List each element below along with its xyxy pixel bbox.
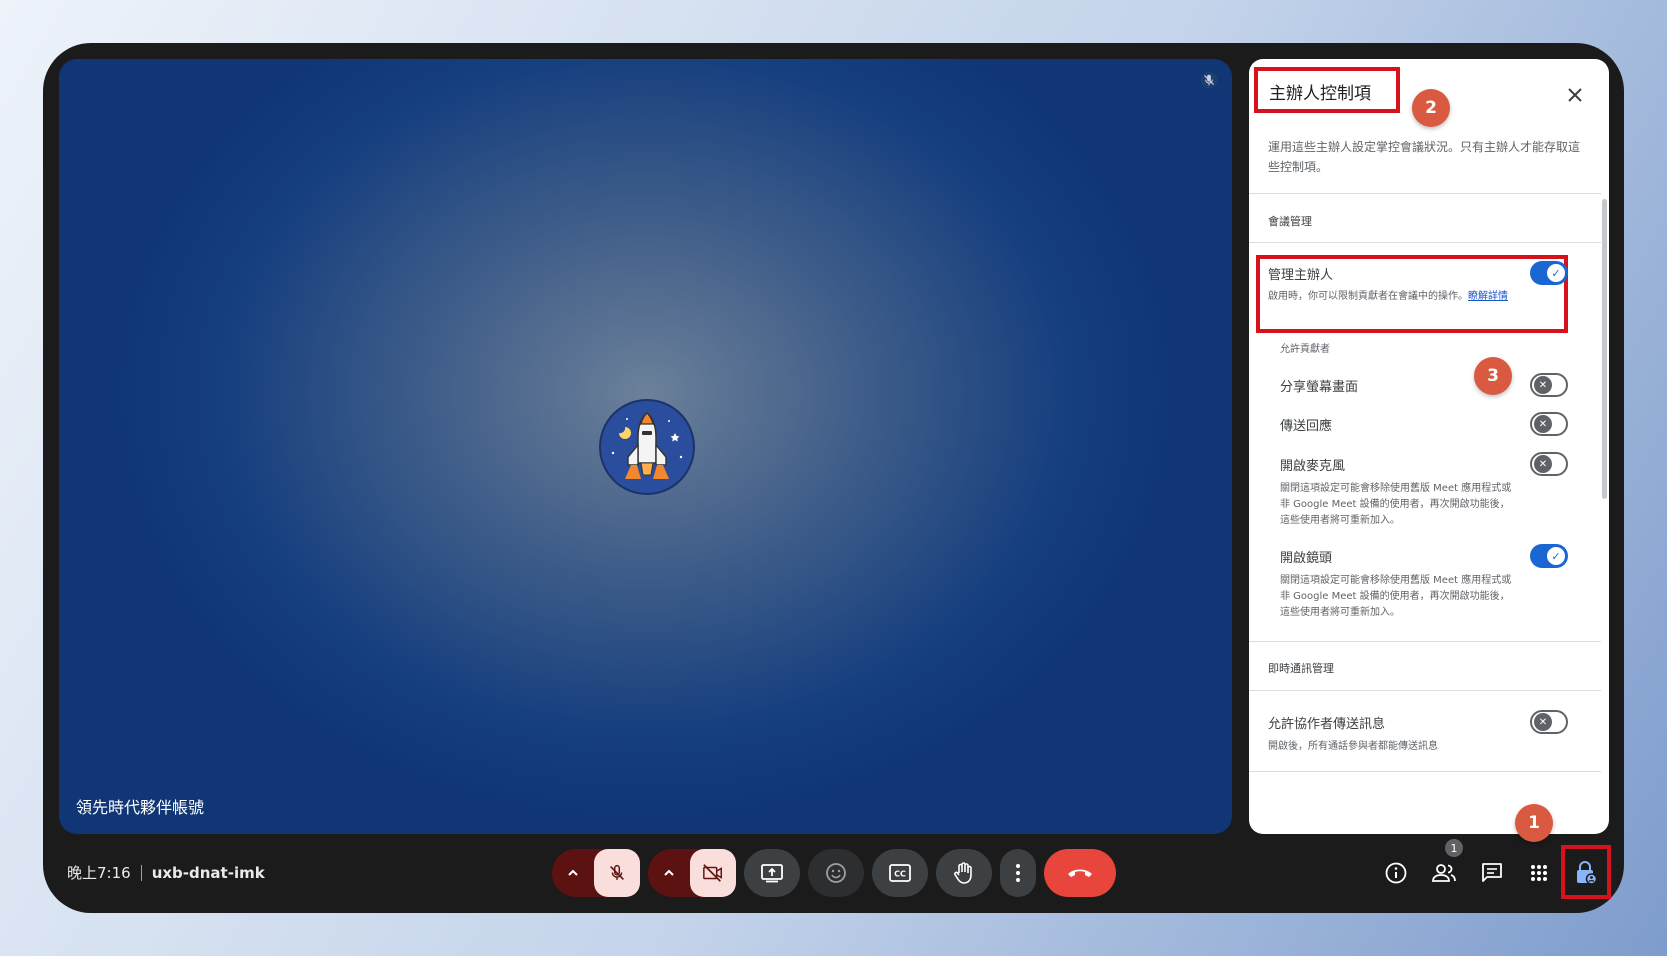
- closed-captions-icon: CC: [889, 864, 911, 882]
- participant-name: 領先時代夥伴帳號: [76, 798, 205, 817]
- annotation-badge-3: 3: [1474, 357, 1512, 395]
- x-icon: ✕: [1534, 713, 1552, 731]
- host-controls-panel: 主辦人控制項 運用這些主辦人設定掌控會議狀況。只有主辦人才能存取這些控制項。 會…: [1249, 59, 1609, 834]
- raise-hand-icon: [954, 862, 972, 884]
- divider: [1249, 771, 1601, 772]
- present-screen-button[interactable]: [744, 849, 800, 897]
- chat-button[interactable]: [1478, 859, 1506, 887]
- turn-on-camera-description: 關閉這項設定可能會移除使用舊版 Meet 應用程式或非 Google Meet …: [1280, 575, 1512, 618]
- turn-on-mic-description: 關閉這項設定可能會移除使用舊版 Meet 應用程式或非 Google Meet …: [1280, 483, 1512, 526]
- divider: [1249, 242, 1601, 243]
- present-screen-icon: [761, 864, 783, 883]
- allow-chat-label: 允許協作者傳送訊息: [1268, 717, 1386, 732]
- camera-off-icon: [703, 864, 723, 882]
- send-reactions-label: 傳送回應: [1280, 419, 1333, 434]
- leave-call-button[interactable]: [1044, 849, 1116, 897]
- mic-off-icon: [610, 864, 625, 881]
- camera-control-group: [648, 849, 736, 897]
- panel-title: 主辦人控制項: [1269, 84, 1371, 104]
- panel-description: 運用這些主辦人設定掌控會議狀況。只有主辦人才能存取這些控制項。: [1268, 140, 1581, 174]
- people-button[interactable]: [1430, 859, 1458, 887]
- host-controls-button[interactable]: [1572, 859, 1600, 887]
- activities-button[interactable]: [1525, 859, 1553, 887]
- mic-toggle-button[interactable]: [594, 849, 640, 897]
- share-screen-label: 分享螢幕畫面: [1280, 380, 1359, 395]
- people-count-badge: 1: [1445, 839, 1463, 857]
- annotation-badge-2: 2: [1412, 89, 1450, 127]
- apps-grid-icon: [1531, 865, 1547, 881]
- manage-hosts-description: 啟用時，你可以限制貢獻者在會議中的操作。瞭解詳情: [1268, 289, 1508, 305]
- x-icon: ✕: [1534, 376, 1552, 394]
- check-icon: ✓: [1547, 264, 1565, 282]
- chevron-up-icon: [664, 869, 674, 876]
- raise-hand-button[interactable]: [936, 849, 992, 897]
- captions-button[interactable]: CC: [872, 849, 928, 897]
- turn-on-mic-label: 開啟麥克風: [1280, 459, 1346, 474]
- panel-scrollbar[interactable]: [1602, 199, 1607, 499]
- more-vert-icon: [1016, 864, 1020, 882]
- hang-up-icon: [1068, 869, 1092, 877]
- divider: [1249, 193, 1601, 194]
- close-button[interactable]: [1561, 81, 1589, 109]
- allow-chat-toggle[interactable]: ✕: [1530, 710, 1568, 734]
- meeting-info: 晚上7:16 uxb-dnat-imk: [67, 862, 265, 883]
- space-shuttle-avatar-icon: [599, 399, 695, 495]
- video-stage: 領先時代夥伴帳號: [59, 59, 1232, 834]
- allow-chat-description: 開啟後，所有通話參與者都能傳送訊息: [1268, 741, 1438, 752]
- lock-person-icon: [1577, 861, 1598, 885]
- close-icon: [1568, 88, 1582, 102]
- camera-toggle-button[interactable]: [690, 849, 736, 897]
- section-meeting-management: 會議管理: [1268, 215, 1312, 228]
- x-icon: ✕: [1534, 415, 1552, 433]
- manage-hosts-label: 管理主辦人: [1268, 268, 1334, 283]
- svg-text:CC: CC: [894, 870, 906, 879]
- share-screen-toggle[interactable]: ✕: [1530, 373, 1568, 397]
- learn-more-link[interactable]: 瞭解詳情: [1468, 291, 1508, 302]
- chat-icon: [1482, 863, 1502, 882]
- section-chat-management: 即時通訊管理: [1268, 662, 1334, 675]
- mic-options-button[interactable]: [552, 849, 594, 897]
- info-icon: [1385, 862, 1407, 884]
- mic-control-group: [552, 849, 640, 897]
- send-reactions-toggle[interactable]: ✕: [1530, 412, 1568, 436]
- turn-on-camera-label: 開啟鏡頭: [1280, 551, 1333, 566]
- x-icon: ✕: [1534, 455, 1552, 473]
- more-options-button[interactable]: [1000, 849, 1036, 897]
- meeting-details-button[interactable]: [1382, 859, 1410, 887]
- check-icon: ✓: [1547, 547, 1565, 565]
- divider: [1249, 690, 1601, 691]
- turn-on-camera-toggle[interactable]: ✓: [1530, 544, 1568, 568]
- people-icon: [1432, 864, 1456, 882]
- emoji-icon: [826, 863, 846, 883]
- reactions-button[interactable]: [808, 849, 864, 897]
- mic-off-icon: [1200, 71, 1218, 89]
- annotation-badge-1: 1: [1515, 804, 1553, 842]
- manage-hosts-desc-text: 啟用時，你可以限制貢獻者在會議中的操作。: [1268, 291, 1468, 302]
- camera-options-button[interactable]: [648, 849, 690, 897]
- separator: [140, 864, 142, 881]
- meeting-code: uxb-dnat-imk: [151, 863, 265, 882]
- meeting-time: 晚上7:16: [67, 864, 131, 882]
- chevron-up-icon: [568, 869, 578, 876]
- allow-contributors-label: 允許貢獻者: [1280, 344, 1330, 355]
- divider: [1249, 641, 1601, 642]
- manage-hosts-toggle[interactable]: ✓: [1530, 261, 1568, 285]
- turn-on-mic-toggle[interactable]: ✕: [1530, 452, 1568, 476]
